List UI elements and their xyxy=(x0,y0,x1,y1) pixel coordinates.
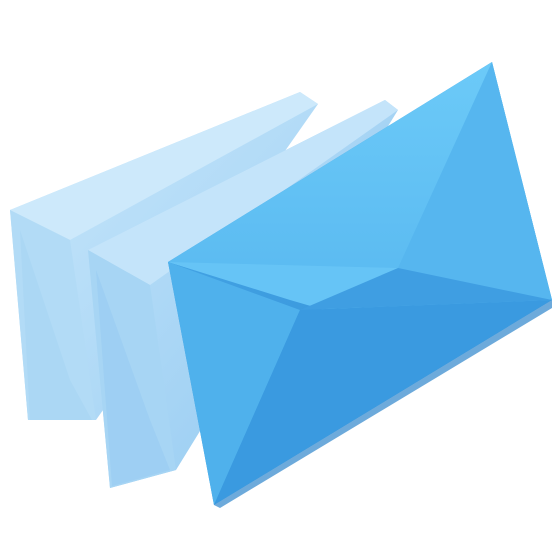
app-icon-canvas xyxy=(0,0,560,560)
stacked-envelopes-icon xyxy=(10,62,552,508)
